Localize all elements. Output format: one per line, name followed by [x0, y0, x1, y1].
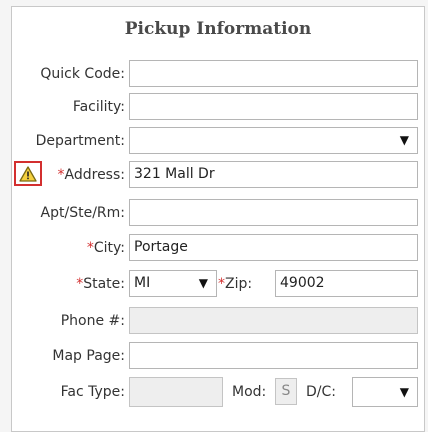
- dc-select[interactable]: ▼: [352, 377, 418, 407]
- apt-label: Apt/Ste/Rm:: [40, 205, 125, 221]
- warning-icon-box[interactable]: [14, 161, 42, 186]
- state-value: MI: [134, 275, 151, 291]
- phone-input[interactable]: [129, 307, 418, 334]
- city-input[interactable]: Portage: [129, 234, 418, 261]
- quick-code-label: Quick Code:: [40, 66, 125, 82]
- department-select[interactable]: ▼: [129, 127, 418, 154]
- panel-title: Pickup Information: [124, 19, 312, 39]
- state-label: *State:: [76, 276, 125, 292]
- dropdown-arrow-icon: ▼: [198, 276, 208, 290]
- department-label: Department:: [35, 133, 125, 149]
- dropdown-arrow-icon: ▼: [399, 385, 409, 399]
- required-marker: *: [57, 167, 65, 183]
- required-marker: *: [218, 276, 225, 292]
- apt-input[interactable]: [129, 199, 418, 226]
- facility-input[interactable]: [129, 93, 418, 120]
- quick-code-input[interactable]: [129, 60, 418, 87]
- city-label: *City:: [86, 240, 125, 256]
- address-label: *Address:: [57, 167, 125, 183]
- zip-input[interactable]: 49002: [275, 270, 418, 297]
- phone-label: Phone #:: [60, 313, 125, 329]
- address-input[interactable]: 321 Mall Dr: [129, 161, 418, 188]
- fac-type-label: Fac Type:: [60, 384, 125, 400]
- map-page-input[interactable]: [129, 342, 418, 369]
- state-select[interactable]: MI ▼: [129, 270, 217, 297]
- mod-label: Mod:: [232, 384, 267, 400]
- dropdown-arrow-icon: ▼: [399, 133, 409, 147]
- fac-type-input: [129, 377, 223, 407]
- required-marker: *: [86, 240, 94, 256]
- warning-triangle-icon: [19, 165, 37, 182]
- zip-label: *Zip:: [218, 276, 253, 292]
- dc-label: D/C:: [306, 384, 336, 400]
- facility-label: Facility:: [72, 99, 125, 115]
- mod-input: S: [275, 378, 297, 405]
- map-page-label: Map Page:: [52, 348, 125, 364]
